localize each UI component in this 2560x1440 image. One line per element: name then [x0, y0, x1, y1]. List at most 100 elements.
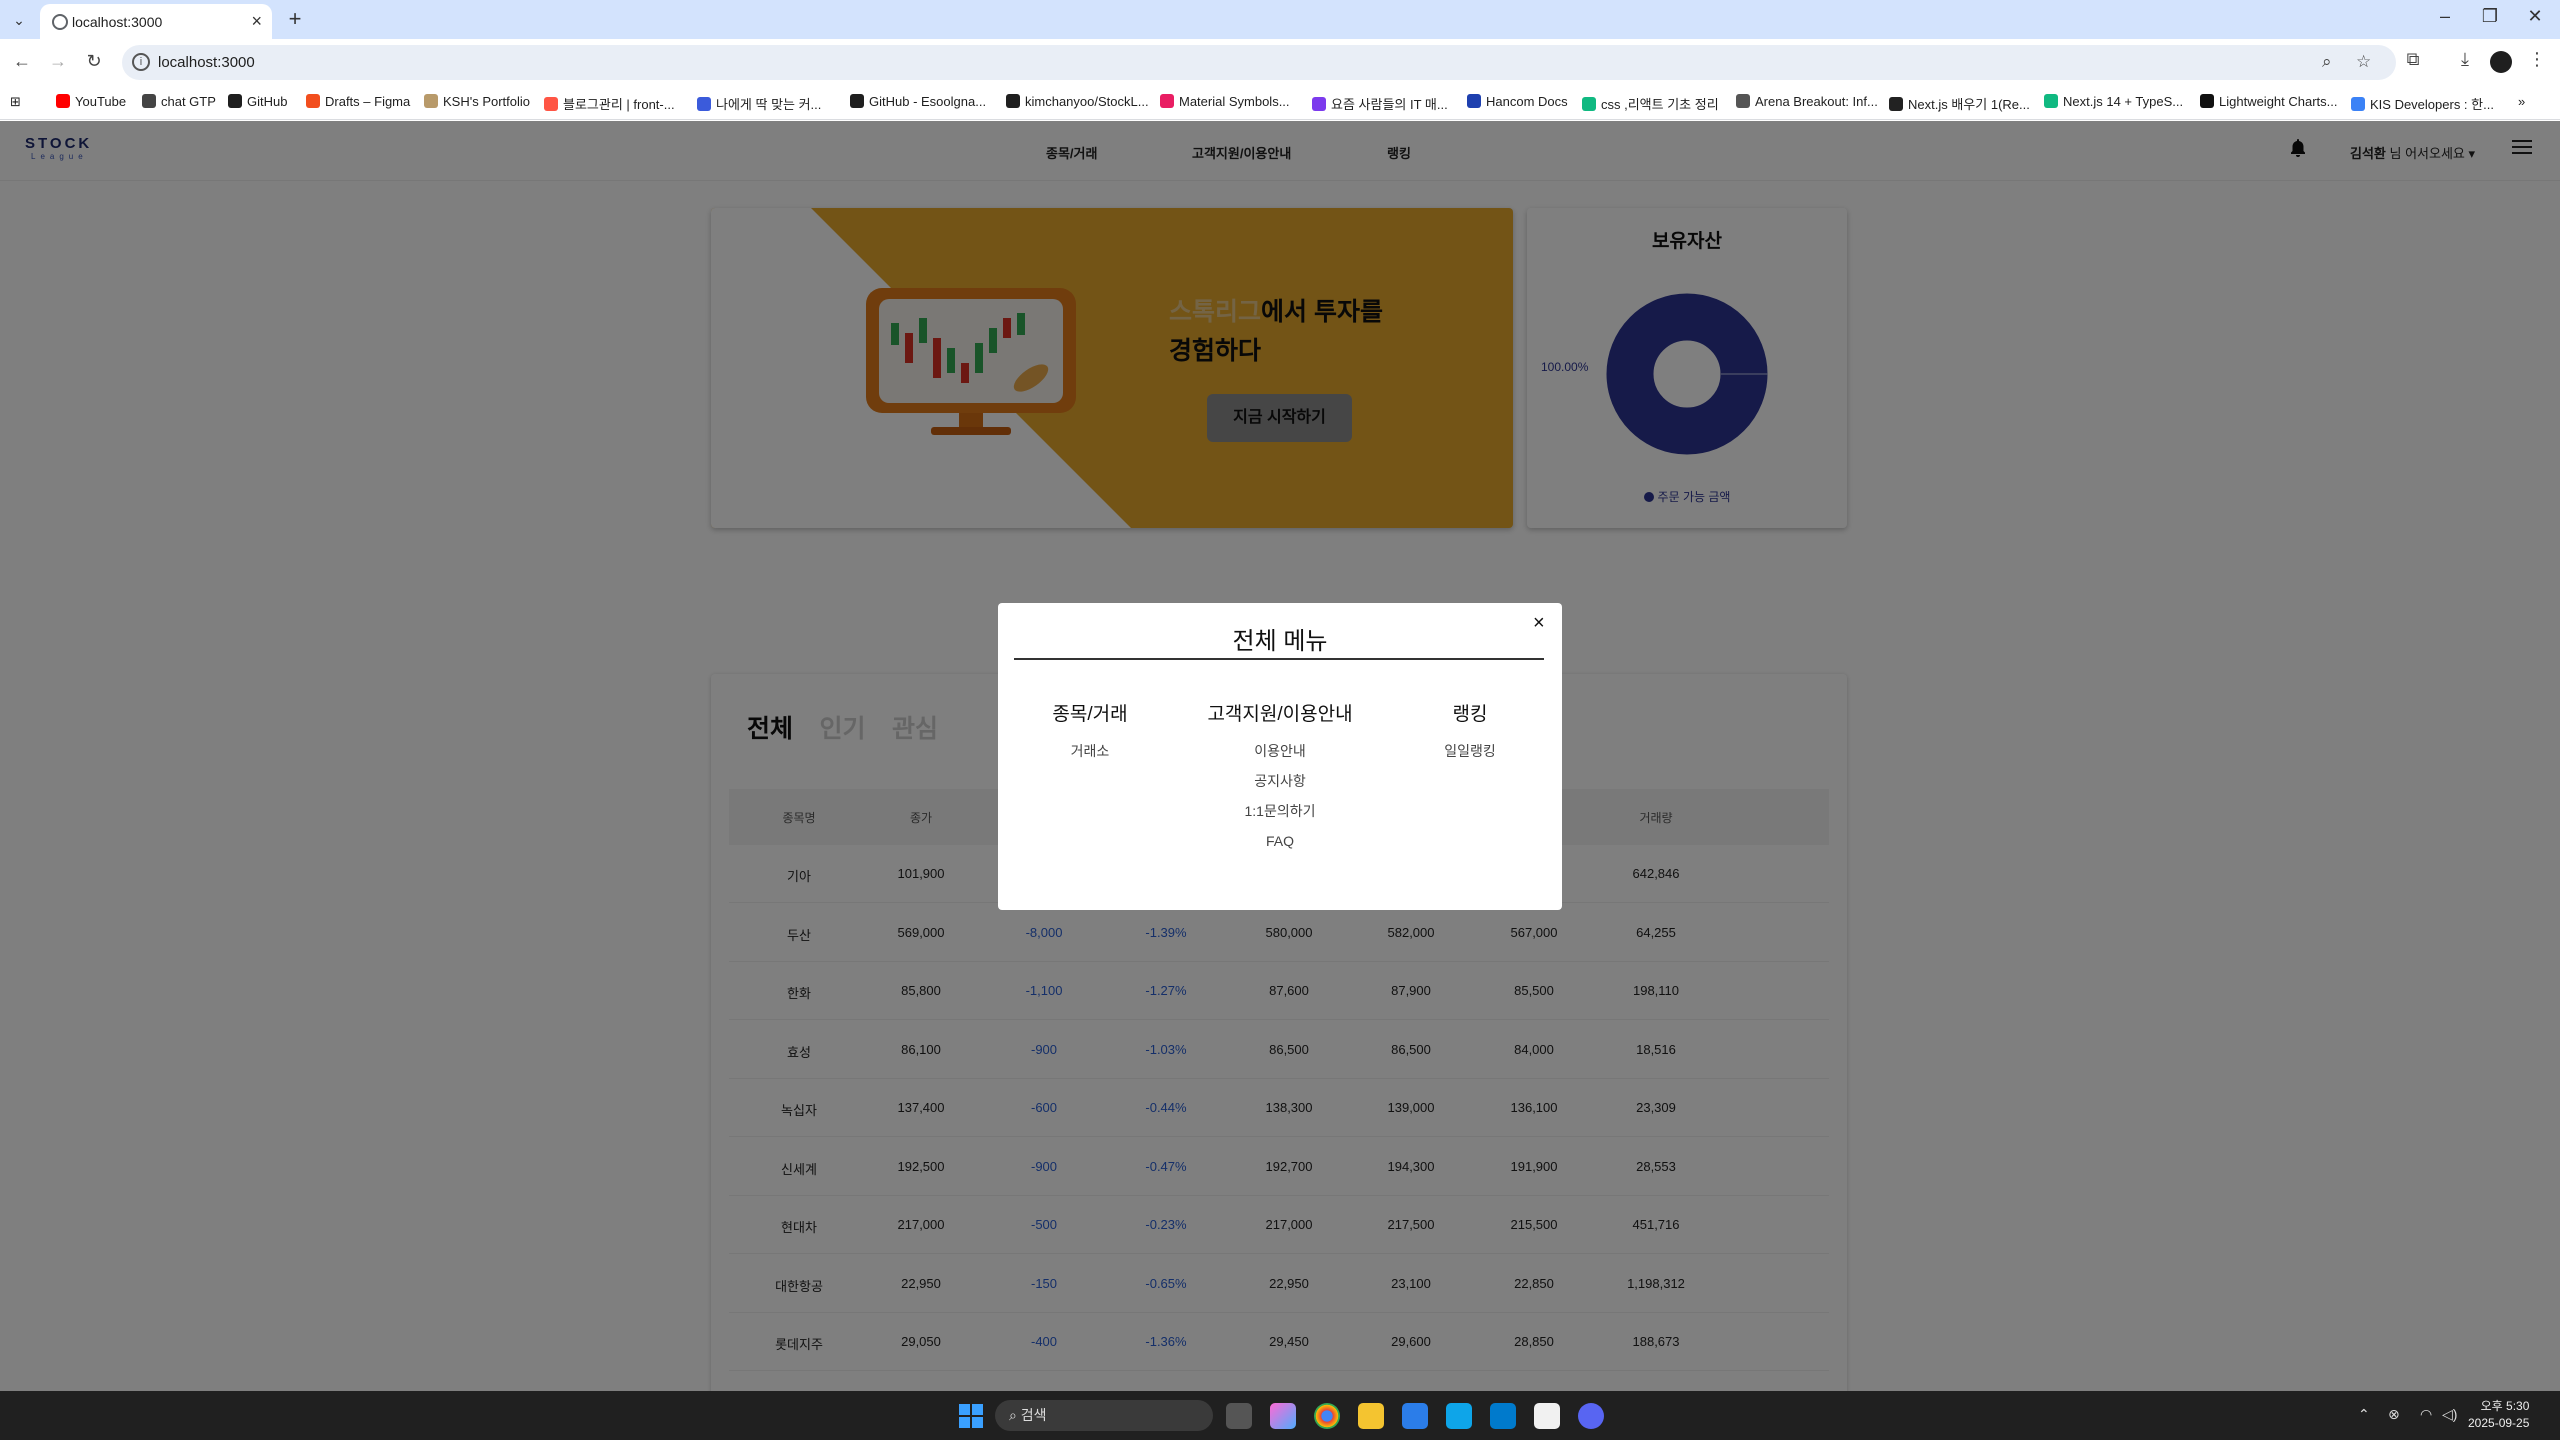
bookmark-item[interactable]: Drafts – Figma: [306, 94, 410, 109]
browser-tab-bar: ⌄ localhost:3000 × + – ❐ ✕: [0, 0, 2560, 39]
bookmark-favicon-icon: [1160, 94, 1174, 108]
bookmark-item[interactable]: Material Symbols...: [1160, 94, 1290, 109]
menu-link[interactable]: 거래소: [1000, 736, 1180, 766]
clock-date: 2025-09-25: [2468, 1416, 2530, 1430]
bookmark-favicon-icon: [1006, 94, 1020, 108]
download-icon[interactable]: ⤓: [2452, 49, 2478, 70]
menu-link[interactable]: 공지사항: [1190, 766, 1370, 796]
bookmark-label: css ,리액트 기초 정리: [1601, 97, 1719, 112]
menu-column: 랭킹일일랭킹: [1380, 699, 1560, 766]
chrome-icon[interactable]: [1314, 1403, 1340, 1429]
bookmark-favicon-icon: [2351, 97, 2365, 111]
zoom-icon[interactable]: ⌕: [2322, 52, 2332, 72]
bookmark-item[interactable]: YouTube: [56, 94, 126, 109]
menu-column-heading[interactable]: 고객지원/이용안내: [1190, 699, 1370, 726]
tray-app-icon[interactable]: ⊗: [2388, 1406, 2400, 1423]
bookmark-favicon-icon: [424, 94, 438, 108]
menu-column-heading[interactable]: 종목/거래: [1000, 699, 1180, 726]
close-icon[interactable]: ×: [1533, 612, 1545, 635]
more-bookmarks-chevron-icon[interactable]: »: [2518, 94, 2525, 109]
profile-avatar[interactable]: [2490, 51, 2512, 73]
bookmark-label: Next.js 14 + TypeS...: [2063, 94, 2184, 109]
bookmark-item[interactable]: 블로그관리 | front-...: [544, 94, 675, 113]
reload-icon[interactable]: ↻: [82, 51, 106, 72]
tab-close-icon[interactable]: ×: [251, 11, 262, 32]
apps-grid-icon[interactable]: ⊞: [10, 94, 21, 110]
volume-icon[interactable]: ◁): [2442, 1406, 2457, 1423]
bookmark-item[interactable]: css ,리액트 기초 정리: [1582, 94, 1719, 113]
address-bar[interactable]: i localhost:3000 ⌕ ☆: [122, 45, 2396, 80]
notion-icon[interactable]: [1534, 1403, 1560, 1429]
site-info-icon[interactable]: i: [132, 53, 150, 71]
windows-taskbar: ⌕ 검색 ⌃ ⊗ ◠ ◁) 오후 5:30 2025-09-25: [0, 1391, 2560, 1440]
bookmark-item[interactable]: 요즘 사람들의 IT 매...: [1312, 94, 1448, 113]
bookmark-favicon-icon: [228, 94, 242, 108]
close-window-button[interactable]: ✕: [2520, 6, 2550, 27]
bookmark-item[interactable]: Lightweight Charts...: [2200, 94, 2338, 109]
bookmark-label: Hancom Docs: [1486, 94, 1568, 109]
bookmark-label: 블로그관리 | front-...: [563, 97, 675, 112]
menu-column: 종목/거래거래소: [1000, 699, 1180, 766]
new-tab-button[interactable]: +: [282, 6, 308, 32]
bookmark-label: kimchanyoo/StockL...: [1025, 94, 1149, 109]
back-arrow-icon[interactable]: ←: [10, 51, 34, 72]
bookmark-item[interactable]: GitHub: [228, 94, 287, 109]
bookmark-label: Next.js 배우기 1(Re...: [1908, 97, 2030, 112]
menu-link[interactable]: 1:1문의하기: [1190, 796, 1370, 826]
taskbar-search[interactable]: ⌕ 검색: [995, 1400, 1213, 1431]
bookmark-label: Material Symbols...: [1179, 94, 1290, 109]
vscode-icon[interactable]: [1490, 1403, 1516, 1429]
bookmark-item[interactable]: Next.js 배우기 1(Re...: [1889, 94, 2030, 113]
bookmark-favicon-icon: [850, 94, 864, 108]
bookmark-item[interactable]: KIS Developers : 한...: [2351, 94, 2494, 113]
minimize-button[interactable]: –: [2430, 6, 2460, 27]
menu-link[interactable]: FAQ: [1190, 826, 1370, 856]
bookmark-label: chat GTP: [161, 94, 216, 109]
forward-arrow-icon[interactable]: →: [46, 51, 70, 72]
bookmark-favicon-icon: [1889, 97, 1903, 111]
menu-link[interactable]: 이용안내: [1190, 736, 1370, 766]
tab-search-chevron-icon[interactable]: ⌄: [8, 10, 30, 30]
store-icon[interactable]: [1402, 1403, 1428, 1429]
tab-title: localhost:3000: [72, 14, 163, 30]
bookmark-item[interactable]: Next.js 14 + TypeS...: [2044, 94, 2183, 109]
file-explorer-icon[interactable]: [1358, 1403, 1384, 1429]
extensions-icon[interactable]: ⧉: [2400, 49, 2426, 70]
bookmark-item[interactable]: kimchanyoo/StockL...: [1006, 94, 1149, 109]
bookmark-item[interactable]: chat GTP: [142, 94, 216, 109]
web-page: STOCK League 종목/거래 고객지원/이용안내 랭킹 김석환 님 어서…: [0, 121, 2560, 1391]
copilot-icon[interactable]: [1270, 1403, 1296, 1429]
wifi-icon[interactable]: ◠: [2420, 1406, 2432, 1423]
bookmark-item[interactable]: Arena Breakout: Inf...: [1736, 94, 1878, 109]
bookmark-label: GitHub: [247, 94, 288, 109]
bookmark-label: 나에게 딱 맞는 커...: [716, 97, 822, 112]
task-view-icon[interactable]: [1226, 1403, 1252, 1429]
menu-column-heading[interactable]: 랭킹: [1380, 699, 1560, 726]
windows-start-icon[interactable]: [958, 1403, 984, 1429]
notes-app-icon[interactable]: [1446, 1403, 1472, 1429]
restore-button[interactable]: ❐: [2475, 6, 2505, 27]
bookmark-label: KIS Developers : 한...: [2370, 97, 2494, 112]
menu-link[interactable]: 일일랭킹: [1380, 736, 1560, 766]
bookmark-item[interactable]: Hancom Docs: [1467, 94, 1568, 109]
full-menu-modal: 전체 메뉴 × 종목/거래 거래소 고객지원/이용안내 이용안내 공지사항 1:1문의하기…: [998, 603, 1562, 910]
tray-chevron-up-icon[interactable]: ⌃: [2358, 1406, 2370, 1423]
bookmark-favicon-icon: [1312, 97, 1326, 111]
more-menu-icon[interactable]: ⋮: [2524, 49, 2550, 70]
bookmark-favicon-icon: [306, 94, 320, 108]
bookmark-favicon-icon: [1467, 94, 1481, 108]
bookmark-favicon-icon: [2200, 94, 2214, 108]
bookmark-label: KSH's Portfolio: [443, 94, 531, 109]
menu-column: 고객지원/이용안내이용안내 공지사항 1:1문의하기 FAQ: [1190, 699, 1370, 856]
browser-tab[interactable]: localhost:3000 ×: [40, 4, 272, 39]
bookmark-item[interactable]: KSH's Portfolio: [424, 94, 530, 109]
bookmark-star-icon[interactable]: ☆: [2356, 52, 2371, 72]
clock-time: 오후 5:30: [2480, 1399, 2530, 1413]
url-text: localhost:3000: [158, 54, 255, 71]
bookmark-item[interactable]: 나에게 딱 맞는 커...: [697, 94, 821, 113]
discord-icon[interactable]: [1578, 1403, 1604, 1429]
taskbar-clock[interactable]: 오후 5:30 2025-09-25: [2468, 1398, 2529, 1432]
bookmark-label: 요즘 사람들의 IT 매...: [1331, 97, 1448, 112]
bookmark-item[interactable]: GitHub - Esoolgna...: [850, 94, 986, 109]
bookmark-favicon-icon: [1582, 97, 1596, 111]
